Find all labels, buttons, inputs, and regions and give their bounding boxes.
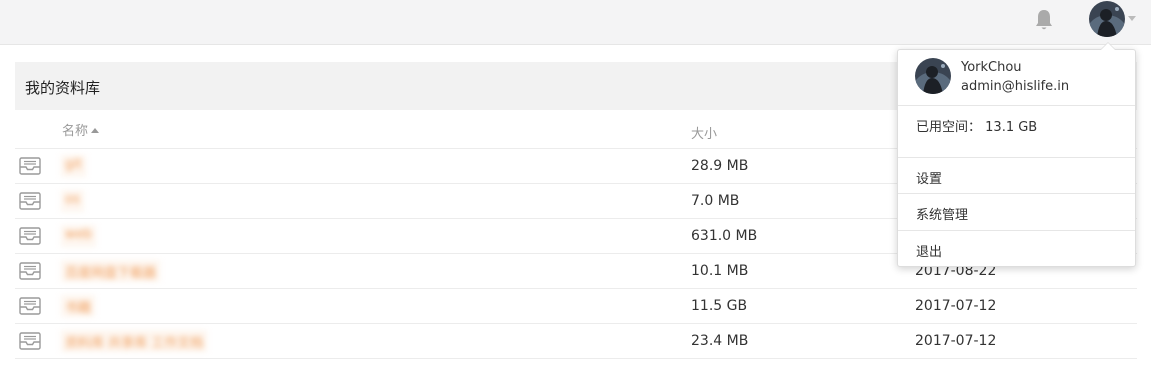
user-dropdown-menu: YorkChou admin@hislife.in 已用空间： 13.1 GB …	[897, 42, 1136, 267]
sort-asc-icon	[91, 128, 100, 133]
user-avatar[interactable]	[1089, 1, 1125, 37]
library-icon	[19, 262, 41, 280]
library-name-link[interactable]: web	[61, 225, 96, 247]
library-size: 631.0 MB	[691, 228, 758, 244]
user-avatar	[915, 58, 951, 94]
table-row[interactable]: 书籍 11.5 GB 2017-07-12	[15, 289, 1137, 324]
library-icon	[19, 192, 41, 210]
library-icon	[19, 227, 41, 245]
column-header-name[interactable]: 名称	[62, 120, 100, 148]
bell-icon[interactable]	[1033, 8, 1055, 32]
library-date: 2017-07-12	[915, 298, 997, 314]
divider	[898, 105, 1135, 106]
table-row[interactable]: 资料库 共享库 工作文档 23.4 MB 2017-07-12	[15, 324, 1137, 359]
library-name-link[interactable]: 资料库 共享库 工作文档	[61, 330, 208, 352]
library-size: 7.0 MB	[691, 193, 740, 209]
username: YorkChou	[961, 60, 1022, 75]
menu-item-logout[interactable]: 退出	[898, 231, 1135, 267]
divider	[15, 358, 1137, 359]
top-bar	[0, 0, 1151, 45]
menu-item-admin[interactable]: 系统管理	[898, 194, 1135, 230]
chevron-down-icon[interactable]	[1128, 16, 1136, 21]
library-icon	[19, 157, 41, 175]
library-name-link[interactable]: os	[61, 190, 84, 212]
storage-usage: 已用空间： 13.1 GB	[916, 120, 1038, 135]
library-size: 10.1 MB	[691, 263, 749, 279]
library-date: 2017-07-12	[915, 333, 997, 349]
library-name-link[interactable]: git	[61, 155, 86, 177]
library-name-link[interactable]: 百度网盘下载器	[61, 260, 161, 282]
library-size: 11.5 GB	[691, 298, 748, 314]
page-title: 我的资料库	[25, 79, 101, 97]
library-icon	[19, 332, 41, 350]
library-size: 23.4 MB	[691, 333, 749, 349]
library-icon	[19, 297, 41, 315]
user-email: admin@hislife.in	[961, 79, 1070, 94]
library-size: 28.9 MB	[691, 158, 749, 174]
library-name-link[interactable]: 书籍	[61, 295, 96, 317]
menu-item-settings[interactable]: 设置	[898, 158, 1135, 194]
column-header-size[interactable]: 大小	[691, 123, 717, 151]
